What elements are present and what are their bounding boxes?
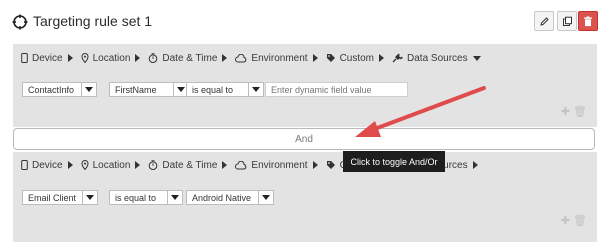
chevron-down-icon [82,191,97,204]
rule-panel-1: Device Location Date & Time Environment … [13,44,597,127]
row-actions: ✚ 🗑︎ [561,105,587,118]
rule-set-title: Targeting rule set 1 [33,13,153,29]
tab-device-label: Device [32,159,63,171]
edit-icon [539,16,549,26]
field-select-value: Email Client [28,192,77,203]
tag-icon [326,53,336,63]
chevron-down-icon [248,83,263,96]
chevron-down-icon [258,191,273,204]
tab-location[interactable]: Location [81,160,147,171]
delete-icon [584,16,592,26]
tab-environment[interactable]: Environment [235,53,323,64]
field-select-value: ContactInfo [28,84,75,95]
copy-button[interactable] [557,11,577,31]
tab-device[interactable]: Device [21,53,79,64]
operator-select[interactable]: is equal to [109,190,183,205]
plug-icon [392,53,403,63]
value-select[interactable]: Android Native [186,190,274,205]
chevron-down-icon [81,83,96,96]
tab-custom[interactable]: Custom [326,53,390,64]
location-pin-icon [81,160,89,170]
dynamic-value-input[interactable] [265,82,408,97]
toggle-tooltip: Click to toggle And/Or [343,151,445,172]
rule-panel-2: Device Location Date & Time Environment … [13,152,597,242]
mobile-icon [21,160,28,170]
tab-environment[interactable]: Environment [235,160,323,171]
location-pin-icon [81,53,89,63]
tab-device[interactable]: Device [21,160,79,171]
tab-date-time[interactable]: Date & Time [148,160,233,171]
operator-select-value: is equal to [192,84,234,95]
operator-select-value: is equal to [115,192,157,203]
stopwatch-icon [148,53,158,63]
tab-custom-label: Custom [339,52,375,64]
and-or-toggle-button[interactable]: And [13,128,595,150]
edit-button[interactable] [534,11,554,31]
trash-icon[interactable]: 🗑︎ [573,214,587,227]
mobile-icon [21,53,28,63]
category-tabs: Device Location Date & Time Environment … [21,50,483,66]
tag-icon [326,160,336,170]
subfield-select[interactable]: FirstName [109,82,189,97]
operator-select[interactable]: is equal to [186,82,264,97]
tab-location-label: Location [92,159,131,171]
copy-icon [562,16,572,26]
field-select[interactable]: Email Client [22,190,98,205]
tab-device-label: Device [32,52,63,64]
delete-button[interactable] [578,11,598,31]
tab-environment-label: Environment [251,52,308,64]
stopwatch-icon [148,160,158,170]
field-select[interactable]: ContactInfo [22,82,97,97]
row-actions: ✚ 🗑︎ [561,214,587,227]
cloud-icon [235,160,247,170]
subfield-select-value: FirstName [115,84,157,95]
tab-location-label: Location [92,52,131,64]
tab-date-time-label: Date & Time [162,52,218,64]
trash-icon[interactable]: 🗑︎ [573,105,587,118]
value-select-value: Android Native [192,192,252,203]
crosshair-icon [12,14,28,30]
tab-date-time-label: Date & Time [162,159,218,171]
tab-environment-label: Environment [251,159,308,171]
add-icon[interactable]: ✚ [561,105,570,118]
tab-location[interactable]: Location [81,53,147,64]
tab-date-time[interactable]: Date & Time [148,53,233,64]
rule-set-header: Targeting rule set 1 [0,0,604,44]
tab-data-sources[interactable]: Data Sources [392,53,481,64]
add-icon[interactable]: ✚ [561,214,570,227]
cloud-icon [235,53,247,63]
chevron-down-icon [167,191,182,204]
tab-data-sources-label: Data Sources [407,52,468,64]
